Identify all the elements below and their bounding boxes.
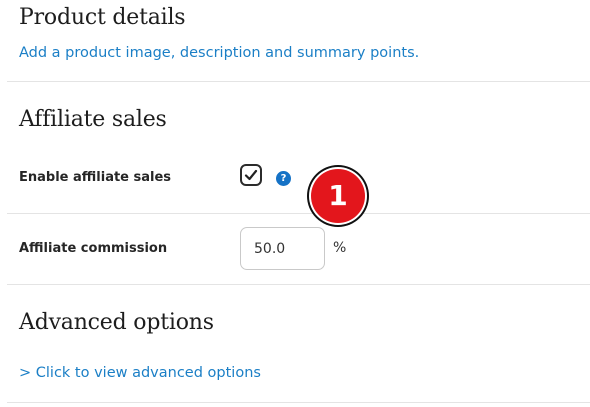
checkmark-icon [244, 169, 258, 181]
percent-unit: % [333, 240, 347, 256]
enable-affiliate-sales-checkbox[interactable] [240, 164, 262, 186]
help-icon[interactable]: ? [276, 171, 291, 186]
annotation-marker-number: 1 [311, 169, 365, 223]
affiliate-commission-input[interactable] [240, 227, 325, 270]
add-product-details-link[interactable]: Add a product image, description and sum… [19, 45, 419, 61]
affiliate-sales-heading: Affiliate sales [19, 107, 167, 132]
divider [7, 402, 590, 403]
advanced-options-heading: Advanced options [19, 310, 214, 335]
enable-affiliate-sales-label: Enable affiliate sales [19, 170, 172, 185]
annotation-marker-badge: 1 [307, 165, 369, 227]
view-advanced-options-link[interactable]: > Click to view advanced options [19, 365, 261, 381]
divider [7, 213, 590, 214]
divider [7, 284, 590, 285]
product-details-heading: Product details [19, 5, 186, 30]
divider [7, 81, 590, 82]
affiliate-commission-label: Affiliate commission [19, 241, 168, 256]
